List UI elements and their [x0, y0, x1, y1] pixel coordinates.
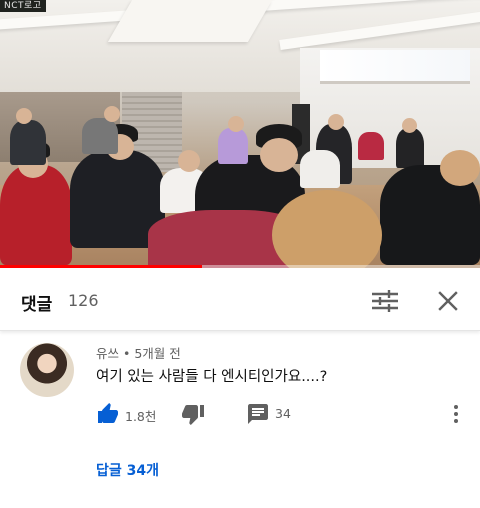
more-vertical-icon — [454, 405, 458, 423]
thumbs-down-icon — [182, 405, 204, 425]
comment-time: 5개월 전 — [134, 346, 181, 361]
comment-icon — [248, 404, 268, 424]
sort-button[interactable] — [368, 286, 402, 316]
comment-meta: 유쓰 • 5개월 전 — [96, 343, 181, 362]
reply-button[interactable] — [246, 402, 270, 426]
meta-separator: • — [119, 346, 135, 361]
comment-author[interactable]: 유쓰 — [96, 346, 119, 361]
channel-watermark: NCT로고 — [0, 0, 46, 12]
reply-count: 34 — [275, 406, 291, 421]
view-replies-link[interactable]: 답글 34개 — [96, 460, 159, 480]
comment-text: 여기 있는 사람들 다 엔시티인가요....? — [96, 369, 328, 385]
video-frame-window — [320, 50, 470, 84]
avatar[interactable] — [20, 343, 74, 397]
like-count: 1.8천 — [125, 409, 157, 424]
comments-header: 댓글 126 — [0, 268, 480, 331]
close-comments-button[interactable] — [433, 286, 463, 316]
thumbs-up-icon — [98, 403, 118, 423]
more-actions-button[interactable] — [446, 402, 466, 426]
dislike-button[interactable] — [181, 402, 205, 426]
comments-title: 댓글 — [21, 295, 53, 315]
video-player[interactable]: NCT로고 — [0, 0, 480, 268]
close-icon — [438, 291, 458, 311]
like-button[interactable] — [96, 402, 120, 426]
sort-sliders-icon — [372, 290, 398, 312]
comments-count: 126 — [68, 291, 99, 310]
